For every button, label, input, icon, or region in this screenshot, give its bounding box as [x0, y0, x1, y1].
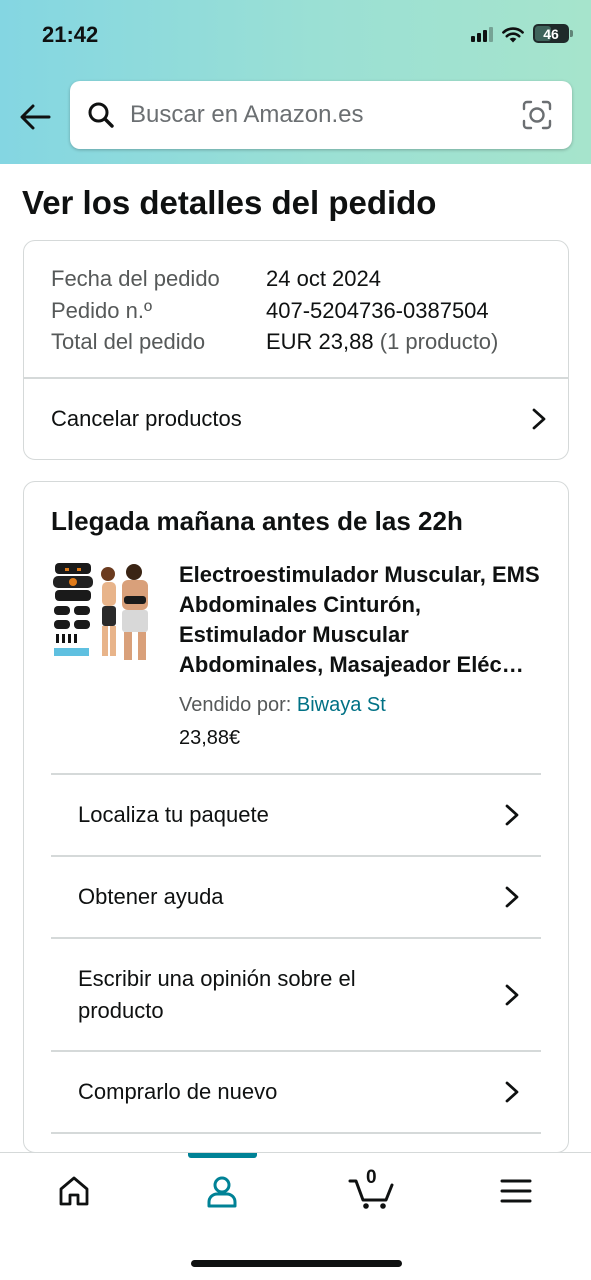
order-total-count: (1 producto): [379, 329, 499, 354]
get-help-button[interactable]: Obtener ayuda: [51, 855, 541, 937]
chevron-right-icon: [505, 886, 519, 908]
status-icons: 46: [471, 24, 573, 43]
shipment-card: Llegada mañana antes de las 22h Electroe…: [23, 481, 569, 1153]
status-time: 21:42: [42, 22, 99, 47]
order-number-value: 407-5204736-0387504: [266, 297, 489, 323]
order-date-row: Fecha del pedido 24 oct 2024: [51, 263, 498, 295]
order-total-row: Total del pedido EUR 23,88 (1 producto): [51, 326, 498, 358]
order-total-amount: EUR 23,88: [266, 329, 374, 354]
search-bar[interactable]: Buscar en Amazon.es: [70, 81, 572, 149]
app-header: 21:42 46 Buscar en Amazon.es: [0, 0, 591, 164]
order-total-label: Total del pedido: [51, 329, 206, 354]
order-info-table: Fecha del pedido 24 oct 2024 Pedido n.º …: [51, 263, 498, 358]
nav-cart[interactable]: 0: [342, 1167, 402, 1213]
account-icon: [207, 1176, 237, 1208]
home-indicator: [191, 1260, 402, 1267]
back-arrow-icon: [20, 104, 51, 130]
page-title: Ver los detalles del pedido: [22, 184, 437, 221]
order-date-label: Fecha del pedido: [51, 266, 220, 291]
buy-again-button[interactable]: Comprarlo de nuevo: [51, 1050, 541, 1132]
chevron-right-icon: [505, 984, 519, 1005]
search-input[interactable]: Buscar en Amazon.es: [130, 101, 520, 129]
seller-info: Vendido por: Biwaya St: [179, 694, 386, 717]
delivery-estimate: Llegada mañana antes de las 22h: [51, 506, 463, 536]
battery-icon: 46: [533, 24, 573, 43]
battery-level: 46: [543, 25, 559, 42]
search-icon: [86, 100, 116, 130]
shipment-actions: Localiza tu paquete Obtener ayuda Escrib…: [51, 773, 541, 1134]
home-icon: [59, 1176, 89, 1206]
seller-link[interactable]: Biwaya St: [297, 694, 386, 716]
order-total-value: EUR 23,88 (1 producto): [266, 326, 498, 358]
order-summary-card: Fecha del pedido 24 oct 2024 Pedido n.º …: [23, 240, 569, 460]
get-help-label: Obtener ayuda: [78, 884, 224, 909]
order-number-row: Pedido n.º 407-5204736-0387504: [51, 295, 498, 327]
nav-menu[interactable]: [486, 1169, 546, 1213]
order-number-label: Pedido n.º: [51, 297, 152, 323]
write-review-button[interactable]: Escribir una opinión sobre el producto: [51, 937, 541, 1050]
write-review-label: Escribir una opinión sobre el producto: [78, 965, 356, 1023]
cancel-products-button[interactable]: Cancelar productos: [51, 378, 548, 460]
chevron-right-icon: [505, 1081, 519, 1103]
nav-home[interactable]: [44, 1169, 104, 1213]
menu-icon: [500, 1179, 532, 1203]
product-price: 23,88€: [179, 727, 241, 749]
track-package-label: Localiza tu paquete: [78, 802, 269, 827]
product-title-link[interactable]: Electroestimulador Muscular, EMS Abdomin…: [179, 560, 547, 680]
camera-lens-icon[interactable]: [520, 98, 554, 132]
track-package-button[interactable]: Localiza tu paquete: [51, 773, 541, 855]
order-date-value: 24 oct 2024: [266, 266, 381, 291]
sold-by-label: Vendido por:: [179, 694, 292, 716]
active-tab-indicator: [188, 1153, 257, 1158]
nav-account[interactable]: [192, 1169, 252, 1213]
wifi-icon: [502, 26, 524, 42]
chevron-right-icon: [532, 408, 546, 430]
product-image[interactable]: [52, 560, 158, 664]
chevron-right-icon: [505, 804, 519, 826]
cellular-signal-icon: [471, 26, 493, 42]
buy-again-label: Comprarlo de nuevo: [78, 1079, 278, 1104]
divider: [51, 1132, 541, 1134]
back-button[interactable]: [16, 98, 54, 136]
cancel-products-label: Cancelar productos: [51, 406, 242, 431]
cart-count-badge: 0: [366, 1167, 377, 1188]
